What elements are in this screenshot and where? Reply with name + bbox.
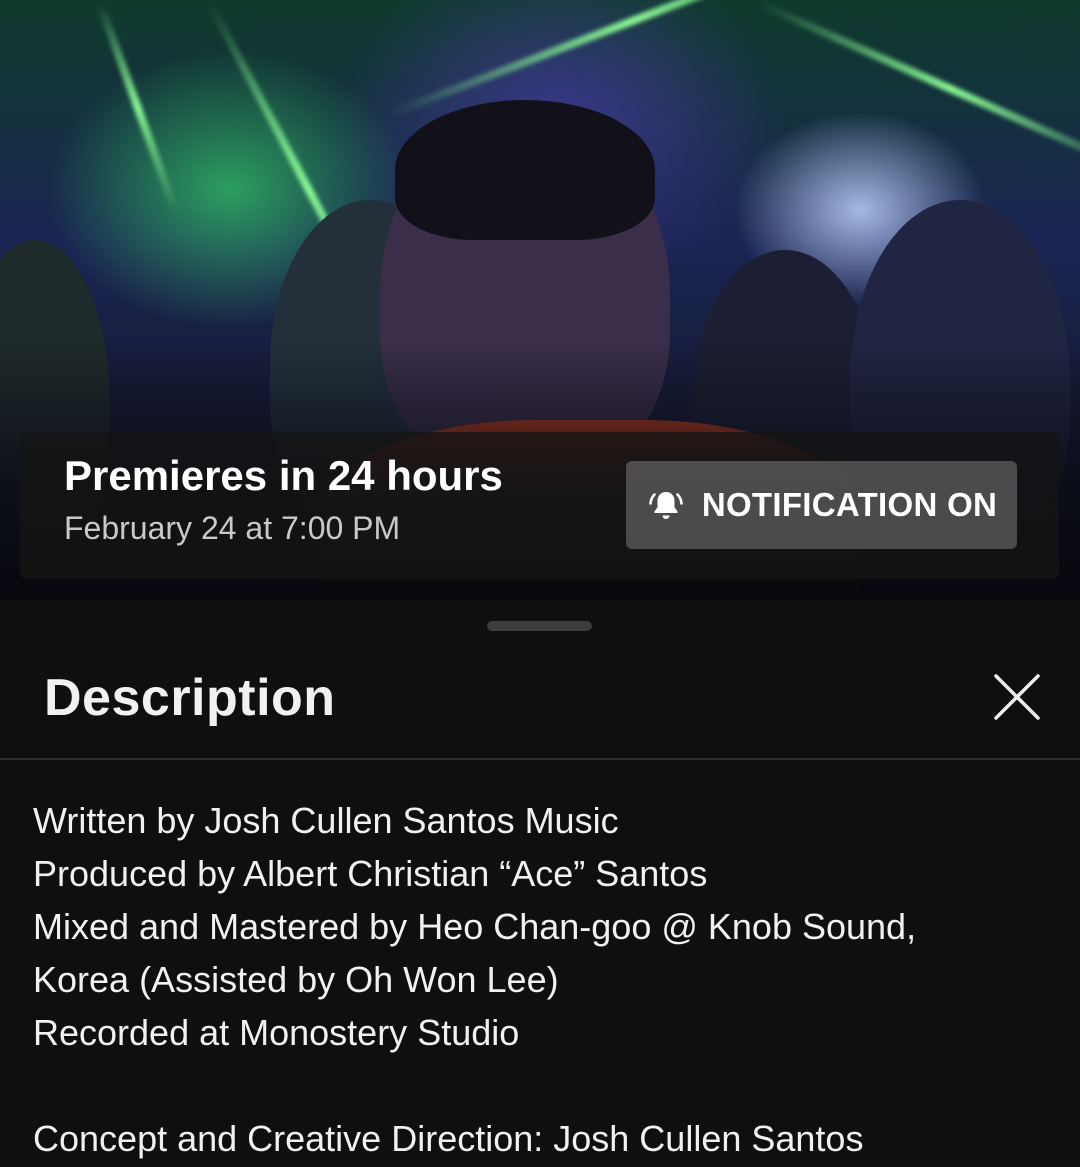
notification-label: NOTIFICATION ON: [701, 486, 998, 523]
description-line: Mixed and Mastered by Heo Chan-goo @ Kno…: [33, 906, 917, 947]
divider: [0, 758, 1080, 760]
performer-hair: [395, 100, 655, 240]
description-sheet: Description Written by Josh Cullen Santo…: [0, 600, 1080, 1167]
premiere-title: Premieres in 24 hours: [64, 452, 503, 499]
laser-light: [96, 2, 180, 213]
premiere-time: February 24 at 7:00 PM: [64, 510, 401, 546]
laser-light: [758, 0, 1080, 179]
description-line: Written by Josh Cullen Santos Music: [33, 800, 619, 841]
description-text: Written by Josh Cullen Santos Music Prod…: [33, 794, 1053, 1165]
video-thumbnail[interactable]: Premieres in 24 hours February 24 at 7:0…: [0, 0, 1080, 600]
close-icon[interactable]: [990, 670, 1044, 724]
premiere-banner: Premieres in 24 hours February 24 at 7:0…: [20, 432, 1059, 579]
drag-handle[interactable]: [487, 621, 592, 631]
notification-button[interactable]: NOTIFICATION ON: [626, 461, 1017, 549]
app-screen: Premieres in 24 hours February 24 at 7:0…: [0, 0, 1080, 1167]
sheet-title: Description: [44, 669, 336, 727]
description-line: Recorded at Monostery Studio: [33, 1012, 520, 1053]
laser-light: [388, 0, 877, 118]
bell-ringing-icon: [649, 492, 683, 519]
description-line: Produced by Albert Christian “Ace” Santo…: [33, 853, 708, 894]
description-line: Concept and Creative Direction: Josh Cul…: [33, 1118, 864, 1159]
description-blank-line: [33, 1059, 1053, 1112]
description-line: Korea (Assisted by Oh Won Lee): [33, 959, 559, 1000]
